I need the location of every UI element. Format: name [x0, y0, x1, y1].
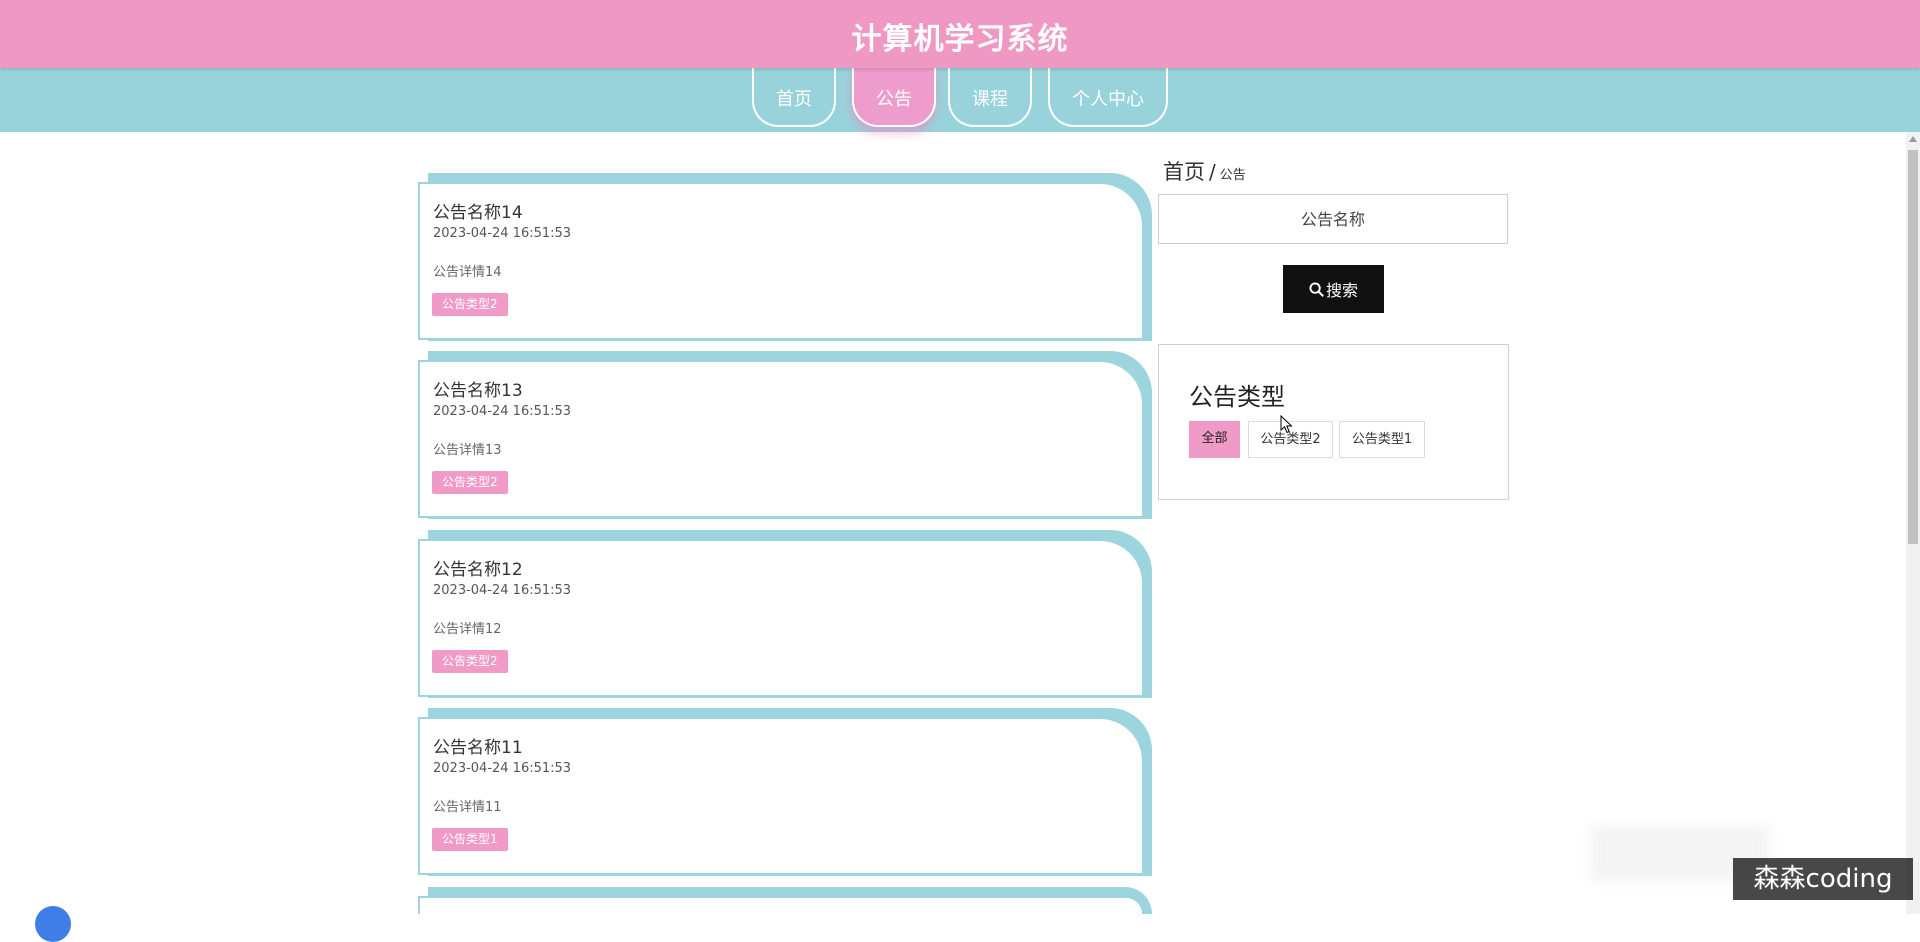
notice-detail: 公告详情11: [433, 800, 502, 815]
main-nav: 首页 公告 课程 个人中心: [0, 68, 1920, 132]
notice-card[interactable]: 公告名称11 2023-04-24 16:51:53 公告详情11 公告类型1: [418, 717, 1144, 875]
breadcrumb-current: 公告: [1219, 168, 1246, 183]
breadcrumb: 首页 / 公告: [1163, 156, 1246, 186]
notice-title[interactable]: 公告名称12: [433, 555, 523, 580]
watermark: 森森coding: [1733, 858, 1913, 900]
notice-detail: 公告详情13: [433, 443, 502, 458]
search-button-label: 搜索: [1325, 281, 1358, 300]
notice-type-filter: 公告类型 全部 公告类型2 公告类型1: [1158, 344, 1509, 500]
search-button[interactable]: 搜索: [1283, 265, 1384, 313]
filter-option-type1[interactable]: 公告类型1: [1339, 421, 1425, 458]
scroll-up-icon[interactable]: [1909, 136, 1917, 142]
notice-time: 2023-04-24 16:51:53: [433, 761, 572, 776]
notice-type-tag: 公告类型2: [432, 650, 508, 673]
notice-time: 2023-04-24 16:51:53: [433, 226, 572, 241]
notice-type-tag: 公告类型1: [432, 828, 508, 851]
floating-action-icon[interactable]: [35, 906, 71, 942]
nav-item-home[interactable]: 首页: [752, 68, 836, 127]
notice-detail: 公告详情12: [433, 622, 502, 637]
notice-title[interactable]: 公告名称14: [433, 198, 523, 223]
notice-title[interactable]: 公告名称13: [433, 376, 523, 401]
notice-detail: 公告详情14: [433, 265, 502, 280]
breadcrumb-home[interactable]: 首页: [1163, 160, 1205, 184]
notice-title[interactable]: 公告名称11: [433, 733, 523, 758]
notice-time: 2023-04-24 16:51:53: [433, 404, 572, 419]
nav-item-notices[interactable]: 公告: [852, 68, 936, 127]
notice-type-tag: 公告类型2: [432, 471, 508, 494]
site-title: 计算机学习系统: [851, 22, 1069, 57]
notice-card[interactable]: 公告名称12 2023-04-24 16:51:53 公告详情12 公告类型2: [418, 539, 1144, 697]
nav-item-personal-center[interactable]: 个人中心: [1048, 68, 1168, 127]
notice-type-tag: 公告类型2: [432, 293, 508, 316]
mouse-cursor-icon: [1280, 414, 1294, 439]
breadcrumb-separator: /: [1209, 160, 1216, 184]
site-header: 计算机学习系统: [0, 0, 1920, 68]
notice-card[interactable]: [418, 896, 1144, 914]
notice-search-input[interactable]: [1158, 194, 1508, 244]
filter-title: 公告类型: [1189, 383, 1285, 411]
notice-card[interactable]: 公告名称14 2023-04-24 16:51:53 公告详情14 公告类型2: [418, 182, 1144, 340]
filter-option-all[interactable]: 全部: [1189, 421, 1240, 458]
notice-card[interactable]: 公告名称13 2023-04-24 16:51:53 公告详情13 公告类型2: [418, 360, 1144, 518]
notice-time: 2023-04-24 16:51:53: [433, 583, 572, 598]
search-icon: [1309, 281, 1324, 297]
scrollbar-thumb[interactable]: [1908, 150, 1918, 544]
nav-item-courses[interactable]: 课程: [948, 68, 1032, 127]
